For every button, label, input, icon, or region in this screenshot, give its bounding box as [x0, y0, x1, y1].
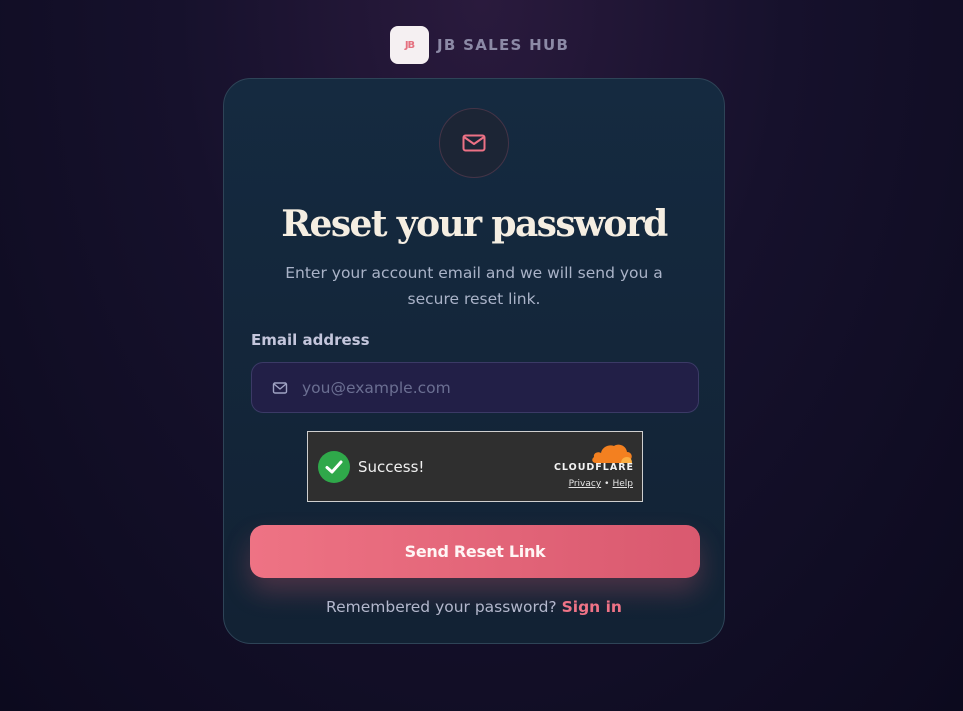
cloudflare-wordmark: CLOUDFLARE: [553, 462, 634, 473]
help-link[interactable]: Help: [612, 479, 633, 489]
captcha-status: Success!: [358, 458, 425, 476]
email-field[interactable]: [302, 363, 692, 412]
brand-logo-text: JB: [404, 39, 415, 51]
signin-link[interactable]: Sign in: [562, 598, 622, 616]
email-label: Email address: [251, 331, 370, 349]
captcha-links: Privacy • Help: [569, 479, 633, 489]
reset-password-card: Reset your password Enter your account e…: [223, 78, 725, 644]
page-title: Reset your password: [281, 203, 668, 245]
privacy-link[interactable]: Privacy: [569, 479, 602, 489]
mail-icon: [439, 108, 509, 178]
mail-input-icon: [272, 382, 288, 394]
brand: JB JB SALES HUB: [390, 26, 569, 64]
cloudflare-turnstile-widget[interactable]: Success! CLOUDFLARE Privacy • Help: [307, 431, 643, 502]
signin-prompt: Remembered your password? Sign in: [224, 598, 724, 616]
email-field-wrapper: [251, 362, 699, 413]
signin-prompt-text: Remembered your password?: [326, 598, 557, 616]
cloudflare-cloud-icon: [592, 444, 632, 463]
brand-name: JB SALES HUB: [437, 36, 570, 54]
page-subtitle: Enter your account email and we will sen…: [285, 264, 663, 308]
brand-logo: JB: [390, 26, 429, 64]
success-check-icon: [318, 451, 350, 483]
send-reset-link-button[interactable]: Send Reset Link: [250, 525, 700, 578]
link-separator: •: [604, 479, 610, 489]
